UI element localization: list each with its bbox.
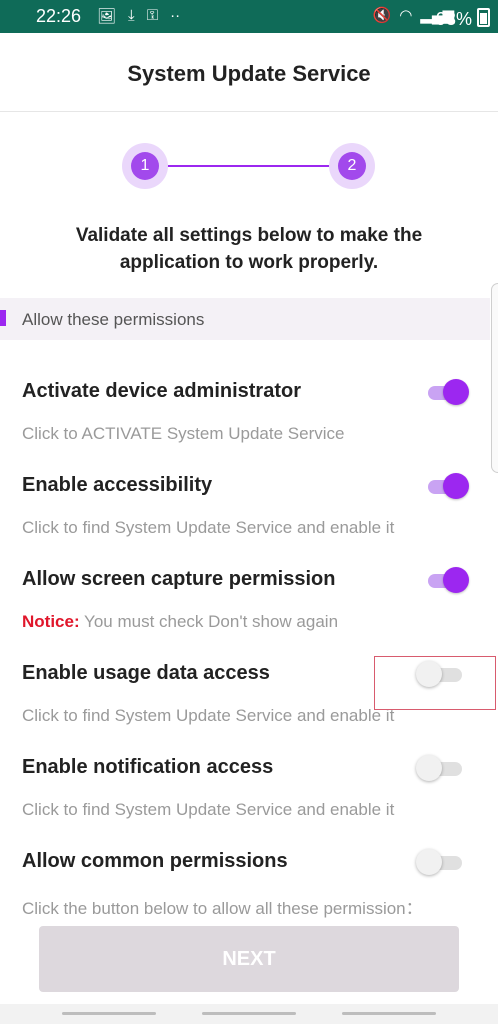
scrollbar[interactable] (491, 283, 498, 473)
toggle-thumb (443, 567, 469, 593)
app-header: System Update Service (0, 33, 498, 112)
toggle-thumb (443, 473, 469, 499)
permission-title-device-admin: Activate device administrator (22, 380, 301, 402)
step-2-number: 2 (338, 152, 366, 180)
stepper-line (146, 165, 352, 167)
step-1: 1 (122, 143, 168, 189)
toggle-common-permissions[interactable] (416, 848, 468, 876)
permission-desc-common: Click the button below to allow all thes… (22, 899, 423, 918)
instruction-text: Validate all settings below to make the … (75, 225, 423, 273)
step-1-number: 1 (131, 152, 159, 180)
status-time: 22:26 (36, 6, 82, 26)
step-2: 2 (329, 143, 375, 189)
toggle-thumb (416, 755, 442, 781)
toggle-device-admin[interactable] (428, 378, 469, 406)
status-bar: 22:26 🖼 ⤓ ⚿ ·· 🔇 ◠ ▂▄▆ 93% (0, 0, 498, 33)
permission-desc-device-admin: Click to ACTIVATE System Update Service (22, 424, 345, 443)
section-label: Allow these permissions (22, 310, 205, 329)
more-icon: ·· (170, 7, 181, 24)
nav-home-button[interactable] (202, 1012, 296, 1015)
page-title: System Update Service (127, 61, 371, 86)
toggle-screen-capture[interactable] (428, 566, 469, 594)
mute-icon: 🔇 (372, 7, 392, 24)
battery-icon (477, 8, 490, 27)
navigation-bar (0, 1004, 498, 1024)
permission-title-notification: Enable notification access (22, 756, 274, 778)
permission-title-accessibility: Enable accessibility (22, 474, 213, 496)
nav-back-button[interactable] (342, 1012, 436, 1015)
notice-text: You must check Don't show again (79, 612, 339, 631)
highlight-box (374, 656, 496, 710)
permission-title-screen-capture: Allow screen capture permission (22, 568, 336, 590)
next-button[interactable]: NEXT (39, 926, 459, 992)
download-icon: ⤓ (128, 7, 135, 24)
permission-title-usage-data: Enable usage data access (22, 662, 270, 684)
toggle-thumb (443, 379, 469, 405)
section-accent-bar (0, 310, 6, 326)
toggle-notification[interactable] (416, 754, 468, 782)
permission-notice-screen-capture: Notice: You must check Don't show again (22, 612, 338, 632)
permission-desc-usage-data: Click to find System Update Service and … (22, 706, 395, 725)
nav-recents-button[interactable] (62, 1012, 156, 1015)
toggle-thumb (416, 849, 442, 875)
battery-level: 93% (435, 9, 472, 29)
permission-desc-notification: Click to find System Update Service and … (22, 800, 395, 819)
permission-title-common: Allow common permissions (22, 850, 288, 872)
notice-label: Notice: (22, 612, 80, 631)
stepper: 1 2 (0, 138, 498, 194)
permission-desc-accessibility: Click to find System Update Service and … (22, 518, 395, 537)
toggle-accessibility[interactable] (428, 472, 469, 500)
key-icon: ⚿ (146, 7, 159, 24)
section-header: Allow these permissions (0, 298, 490, 340)
wifi-icon: ◠ (399, 7, 413, 24)
image-icon: 🖼 (97, 8, 117, 25)
